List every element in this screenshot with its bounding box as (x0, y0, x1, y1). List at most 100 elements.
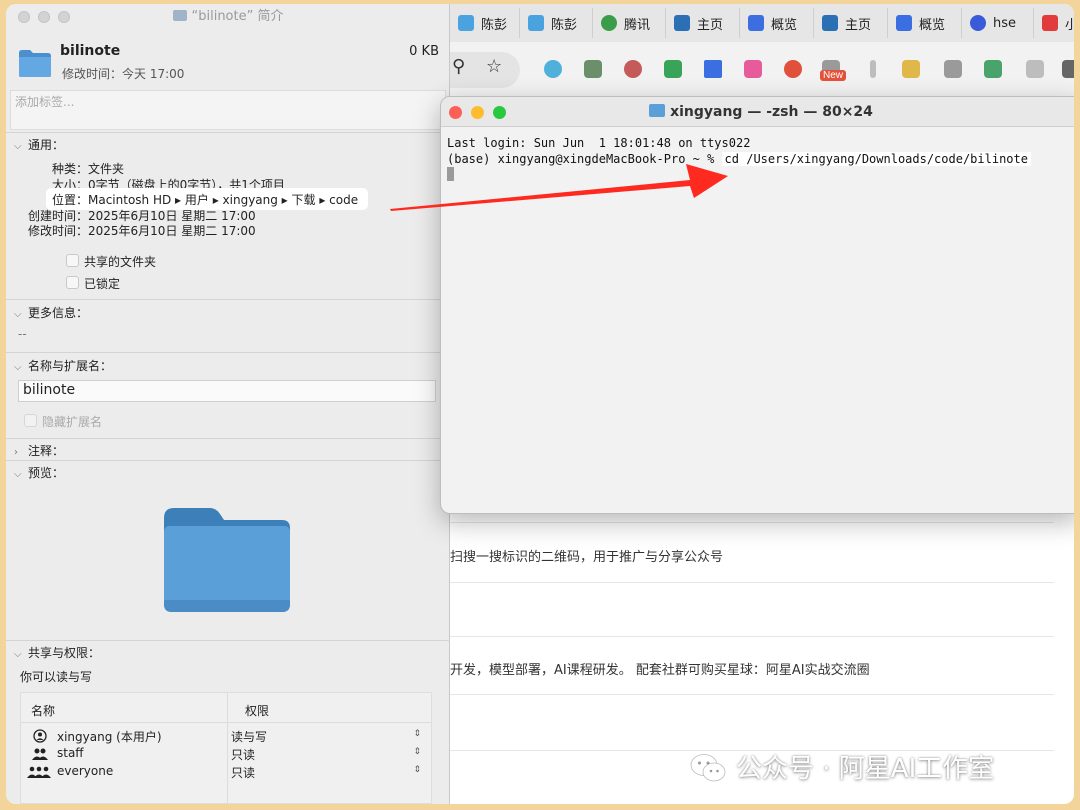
xiaohongshu-icon (1042, 15, 1058, 31)
section-preview[interactable]: ⌵ 预览： (14, 464, 64, 481)
baidu-icon (970, 15, 986, 31)
divider (6, 132, 450, 133)
column-privilege[interactable]: 权限 (245, 702, 269, 719)
group-icon (32, 748, 48, 760)
browser-toolbar: ⚲ ☆ New (410, 42, 1074, 98)
extension-icon[interactable] (902, 60, 920, 78)
chevron-down-icon: ⌵ (14, 141, 22, 152)
shell-prompt: (base) xingyang@xingdeMacBook-Pro ~ % (447, 152, 722, 166)
terminal-title: xingyang — -zsh — 80×24 (670, 104, 873, 120)
browser-tab[interactable]: 腾讯 (593, 8, 666, 38)
tab-bar: 陈彭 陈彭 腾讯 主页 概览 主页 概览 hse 小 (450, 4, 1074, 42)
section-more-info[interactable]: ⌵ 更多信息： (14, 304, 88, 321)
watermark-text: 公众号 · 阿星AI工作室 (736, 754, 995, 784)
divider (6, 299, 450, 300)
user-circle-icon (33, 729, 47, 743)
folder-icon (649, 104, 666, 117)
updown-icon[interactable]: ⇕ (413, 747, 421, 757)
terminal-titlebar[interactable]: xingyang — -zsh — 80×24 (441, 97, 1074, 127)
table-row[interactable]: staff 只读 ⇕ (21, 745, 431, 763)
browser-tab[interactable]: hse (962, 8, 1034, 38)
file-size: 0 KB (409, 44, 439, 59)
extension-icon[interactable] (584, 60, 602, 78)
bilibili-icon (458, 15, 474, 31)
section-comments[interactable]: › 注释： (14, 442, 64, 459)
zoom-button[interactable] (493, 106, 506, 119)
kind-row: 种类：文件夹 (52, 162, 125, 176)
command-line: (base) xingyang@xingdeMacBook-Pro ~ % cd… (447, 151, 1074, 167)
browser-tab[interactable]: 主页 (666, 8, 740, 38)
terminal-window[interactable]: xingyang — -zsh — 80×24 Last login: Sun … (440, 96, 1074, 514)
download-icon[interactable] (944, 60, 962, 78)
browser-tab[interactable]: 概览 (888, 8, 962, 38)
divider (450, 522, 1054, 523)
user-name: xingyang (本用户) (57, 730, 162, 744)
section-sharing[interactable]: ⌵ 共享与权限： (14, 644, 100, 661)
divider (6, 352, 450, 353)
window-title: “bilinote” 简介 (6, 4, 450, 32)
section-name-extension[interactable]: ⌵ 名称与扩展名： (14, 357, 112, 374)
browser-tab[interactable]: 概览 (740, 8, 814, 38)
translate-icon[interactable] (744, 60, 762, 78)
browser-tab[interactable]: 陈彭 (520, 8, 593, 38)
section-general[interactable]: ⌵ 通用： (14, 136, 64, 153)
user-name: everyone (57, 764, 114, 778)
folder-preview-icon (164, 508, 290, 612)
shared-folder-label: 共享的文件夹 (84, 255, 157, 269)
table-row[interactable]: xingyang (本用户) 读与写 ⇕ (21, 727, 431, 745)
terminal-output[interactable]: Last login: Sun Jun 1 18:01:48 on ttys02… (447, 135, 1074, 183)
modified-row: 修改时间：2025年6月10日 星期二 17:00 (28, 224, 256, 238)
chevron-down-icon: ⌵ (14, 362, 22, 373)
browser-tab[interactable]: 小 (1034, 8, 1074, 38)
close-button[interactable] (449, 106, 462, 119)
extension-icon[interactable] (664, 60, 682, 78)
browser-tab[interactable]: 主页 (814, 8, 888, 38)
minimize-button[interactable] (471, 106, 484, 119)
updown-icon[interactable]: ⇕ (413, 765, 421, 775)
name-input[interactable]: bilinote (18, 380, 436, 402)
tags-input[interactable]: 添加标签... (10, 90, 446, 130)
folder-icon (172, 10, 187, 21)
divider (6, 438, 450, 439)
chevron-down-icon: ⌵ (14, 309, 22, 320)
divider (450, 636, 1054, 637)
get-info-window: “bilinote” 简介 bilinote 修改时间：今天 17:00 0 K… (6, 4, 450, 804)
last-login-line: Last login: Sun Jun 1 18:01:48 on ttys02… (447, 136, 751, 150)
browser-tab[interactable]: 陈彭 (450, 8, 520, 38)
star-icon[interactable]: ☆ (486, 56, 502, 77)
divider (6, 640, 450, 641)
column-name[interactable]: 名称 (31, 702, 55, 719)
page-text: 扫搜一搜标识的二维码，用于推广与分享公众号 (450, 550, 724, 565)
locked-checkbox[interactable] (66, 276, 79, 289)
tencent-icon (601, 15, 617, 31)
extension-icon[interactable] (624, 60, 642, 78)
shared-folder-checkbox[interactable] (66, 254, 79, 267)
extension-icon[interactable] (544, 60, 562, 78)
hide-extension-checkbox[interactable] (24, 414, 37, 427)
updown-icon[interactable]: ⇕ (413, 729, 421, 739)
bilibili-icon (528, 15, 544, 31)
file-name: bilinote (60, 43, 121, 59)
extension-icon[interactable] (870, 60, 876, 78)
where-row: 位置：Macintosh HD ▸ 用户 ▸ xingyang ▸ 下载 ▸ c… (52, 193, 359, 207)
permissions-table: 名称 权限 xingyang (本用户) 读与写 ⇕ staff 只读 ⇕ ev… (20, 692, 432, 804)
screen: 陈彭 陈彭 腾讯 主页 概览 主页 概览 hse 小 ⚲ ☆ New 扫搜一搜标… (6, 4, 1074, 804)
table-row[interactable]: everyone 只读 ⇕ (21, 763, 431, 781)
privilege-select[interactable]: 只读 (231, 746, 255, 763)
new-badge: New (820, 70, 847, 81)
extension-icon[interactable] (784, 60, 802, 78)
privilege-select[interactable]: 读与写 (231, 728, 267, 745)
extension-icon[interactable] (1026, 60, 1044, 78)
sharing-summary: 你可以读与写 (20, 670, 93, 684)
extension-icon[interactable] (984, 60, 1002, 78)
modified-summary: 修改时间：今天 17:00 (62, 67, 185, 81)
scissors-icon[interactable] (704, 60, 722, 78)
search-icon[interactable]: ⚲ (452, 56, 465, 77)
text-cursor (447, 167, 454, 181)
hide-extension-label: 隐藏扩展名 (42, 415, 103, 429)
privilege-select[interactable]: 只读 (231, 764, 255, 781)
divider (450, 582, 1054, 583)
doc-icon (896, 15, 912, 31)
page-text: 开发，模型部署，AI课程研发。 配套社群可购买星球：阿星AI实战交流圈 (450, 663, 870, 678)
extension-icon[interactable] (1062, 60, 1074, 78)
